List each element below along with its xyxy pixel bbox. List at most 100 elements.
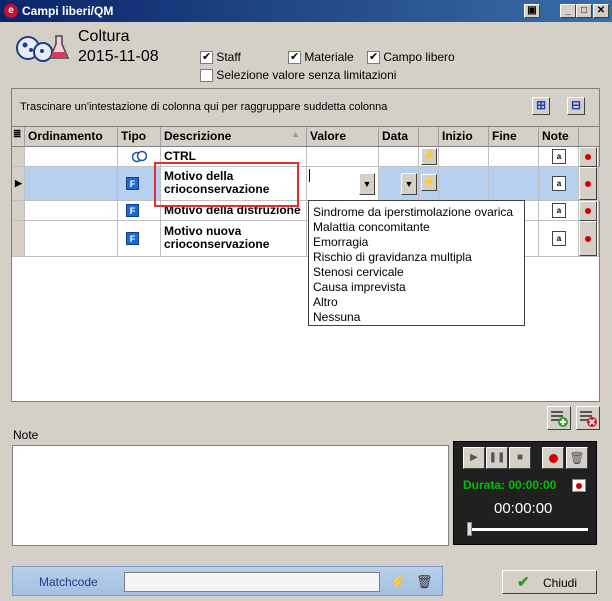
notes-textarea[interactable] — [12, 445, 449, 546]
play-button[interactable]: ▶ — [463, 447, 485, 469]
data-combo[interactable]: ▼ — [379, 167, 419, 201]
materiale-check-icon[interactable] — [288, 50, 301, 65]
col-descrizione[interactable]: Descrizione ▲ — [161, 127, 307, 147]
rec-cell[interactable] — [579, 167, 599, 201]
progress-thumb[interactable] — [467, 522, 472, 536]
dropdown-option[interactable]: Stenosi cervicale — [313, 265, 520, 280]
materiale-label: Materiale — [304, 50, 354, 64]
pause-button[interactable]: ❚❚ — [486, 447, 508, 469]
ordinamento-cell[interactable] — [25, 201, 118, 221]
ordinamento-cell[interactable] — [25, 167, 118, 201]
lightning-icon[interactable]: ⚡ — [421, 148, 437, 165]
col-ordinamento[interactable]: Ordinamento — [25, 127, 118, 147]
row-indicator[interactable] — [12, 147, 25, 167]
close-window-button[interactable]: ✕ — [593, 4, 609, 18]
inizio-cell[interactable] — [439, 147, 489, 167]
expand-all-button[interactable]: ⊞ — [532, 97, 550, 115]
dropdown-option[interactable]: Rischio di gravidanza multipla — [313, 250, 520, 265]
action-cell[interactable]: ⚡ — [419, 167, 439, 201]
rec-cell[interactable] — [579, 201, 599, 221]
note-cell[interactable]: a — [539, 221, 579, 257]
descrizione-cell[interactable]: Motivo nuova crioconservazione — [161, 221, 307, 257]
matchcode-lightning-icon[interactable]: ⚡ — [390, 573, 406, 591]
matchcode-bar: Matchcode ⚡ 🗑 — [12, 566, 443, 596]
action-cell[interactable]: ⚡ — [419, 147, 439, 167]
fine-cell[interactable] — [489, 167, 539, 201]
note-icon[interactable]: a — [552, 176, 566, 191]
camera-icon[interactable]: ▣ — [524, 4, 540, 18]
delete-row-button[interactable] — [576, 406, 600, 430]
record-indicator[interactable] — [572, 479, 586, 492]
col-data[interactable]: Data — [379, 127, 419, 147]
data-dropdown-button[interactable]: ▼ — [401, 173, 417, 195]
note-cell[interactable]: a — [539, 201, 579, 221]
col-blank[interactable] — [419, 127, 439, 147]
col-rec[interactable] — [579, 127, 599, 147]
staff-checkbox[interactable]: Staff — [200, 50, 241, 65]
rec-cell[interactable] — [579, 221, 599, 257]
campo-libero-check-icon[interactable] — [367, 50, 380, 65]
record-indicator-icon — [576, 483, 582, 489]
close-button[interactable]: ✔ Chiudi — [502, 570, 597, 594]
dropdown-option[interactable]: Sindrome da iperstimolazione ovarica — [313, 205, 520, 220]
record-start-button[interactable] — [542, 447, 564, 469]
matchcode-label: Matchcode — [39, 575, 98, 589]
selezione-checkbox[interactable]: Selezione valore senza limitazioni — [200, 68, 396, 83]
fine-cell[interactable] — [489, 147, 539, 167]
row-indicator[interactable] — [12, 201, 25, 221]
materiale-checkbox[interactable]: Materiale — [288, 50, 354, 65]
selezione-check-icon[interactable] — [200, 69, 213, 83]
ordinamento-cell[interactable] — [25, 221, 118, 257]
valore-combo[interactable]: ▼ — [307, 167, 379, 201]
dropdown-option[interactable]: Causa imprevista — [313, 280, 520, 295]
progress-track[interactable] — [468, 528, 588, 531]
add-row-button[interactable] — [547, 406, 571, 430]
table-row-selected[interactable]: ▶ F Motivo della crioconservazione ▼ ▼ ⚡… — [12, 167, 600, 201]
matchcode-input[interactable] — [124, 572, 380, 592]
valore-cell[interactable] — [307, 147, 379, 167]
col-valore[interactable]: Valore — [307, 127, 379, 147]
trash-icon[interactable]: 🗑 — [566, 447, 588, 469]
row-indicator[interactable] — [12, 221, 25, 257]
dropdown-option[interactable]: Malattia concomitante — [313, 220, 520, 235]
group-by-area[interactable]: Trascinare un'intestazione di colonna qu… — [12, 89, 599, 127]
col-note[interactable]: Note — [539, 127, 579, 147]
dropdown-option[interactable]: Emorragia — [313, 235, 520, 250]
col-inizio[interactable]: Inizio — [439, 127, 489, 147]
campo-libero-checkbox[interactable]: Campo libero — [367, 50, 455, 65]
dropdown-option[interactable]: Nessuna — [313, 310, 520, 325]
note-cell[interactable]: a — [539, 147, 579, 167]
time-display: 00:00:00 — [494, 500, 553, 517]
record-button[interactable] — [579, 221, 597, 256]
valore-dropdown-list[interactable]: Sindrome da iperstimolazione ovarica Mal… — [308, 200, 525, 326]
row-pointer-icon[interactable]: ▶ — [12, 167, 25, 201]
notes-label: Note — [13, 428, 39, 442]
stop-button[interactable]: ■ — [509, 447, 531, 469]
col-descrizione-label: Descrizione — [164, 129, 232, 143]
inizio-cell[interactable] — [439, 167, 489, 201]
collapse-all-button[interactable]: ⊟ — [567, 97, 585, 115]
note-icon[interactable]: a — [552, 231, 566, 246]
rec-cell[interactable] — [579, 147, 599, 167]
tipo-cell[interactable]: F — [118, 221, 161, 257]
matchcode-trash-icon[interactable]: 🗑 — [416, 573, 433, 591]
table-row[interactable]: CTRL ⚡ a — [12, 147, 600, 167]
record-button[interactable] — [579, 167, 597, 200]
note-icon[interactable]: a — [552, 203, 566, 218]
valore-dropdown-button[interactable]: ▼ — [359, 173, 375, 195]
maximize-button[interactable]: □ — [576, 4, 592, 18]
lightning-icon[interactable]: ⚡ — [421, 174, 437, 191]
staff-check-icon[interactable] — [200, 50, 213, 65]
ordinamento-cell[interactable] — [25, 147, 118, 167]
dropdown-option[interactable]: Altro — [313, 295, 520, 310]
record-button[interactable] — [579, 201, 597, 221]
record-button[interactable] — [579, 147, 597, 167]
highlight-box — [154, 162, 299, 207]
col-fine[interactable]: Fine — [489, 127, 539, 147]
minimize-button[interactable]: _ — [560, 4, 576, 18]
campo-libero-label: Campo libero — [383, 50, 455, 64]
data-cell[interactable] — [379, 147, 419, 167]
col-tipo[interactable]: Tipo — [118, 127, 161, 147]
note-cell[interactable]: a — [539, 167, 579, 201]
note-icon[interactable]: a — [552, 149, 566, 164]
